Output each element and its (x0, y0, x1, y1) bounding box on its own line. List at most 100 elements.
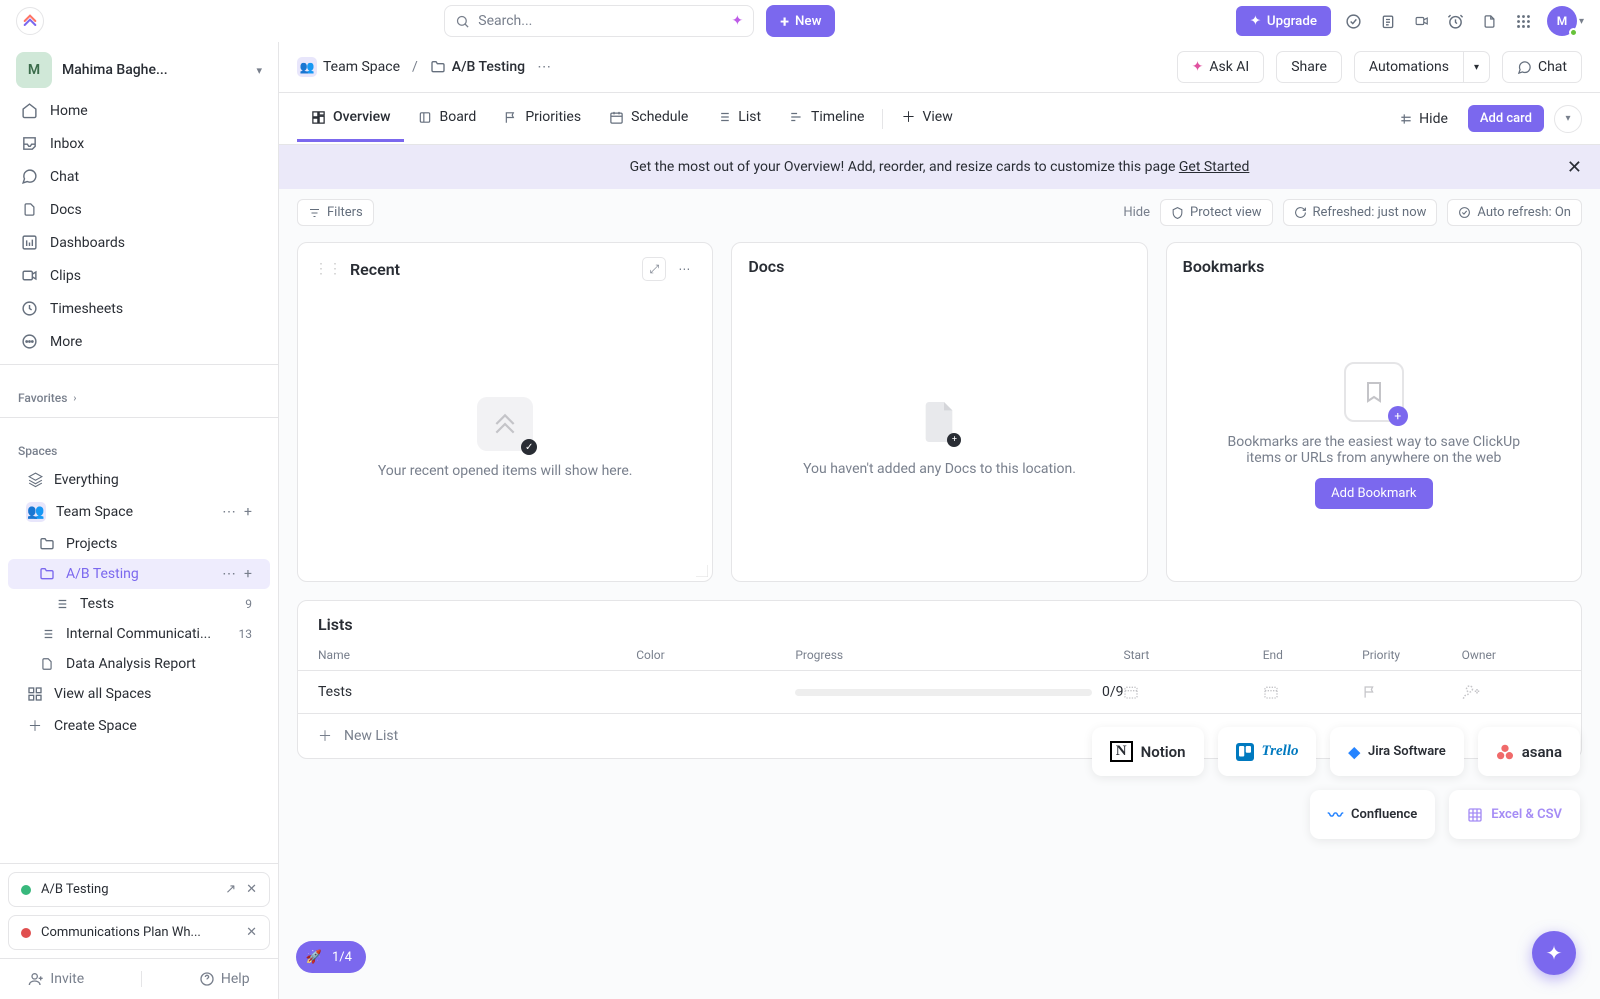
tree-team-space[interactable]: 👥Team Space⋯+ (8, 495, 270, 529)
open-icon[interactable]: ↗ (225, 882, 236, 897)
integration-trello[interactable]: Trello (1218, 727, 1317, 776)
auto-refresh-toggle[interactable]: Auto refresh: On (1447, 199, 1582, 226)
tree-projects[interactable]: Projects (8, 529, 270, 559)
automations-dropdown[interactable]: ▾ (1464, 51, 1490, 83)
avatar[interactable]: M (1547, 6, 1577, 36)
tab-list[interactable]: List (702, 95, 775, 142)
invite-button[interactable]: Invite (28, 971, 84, 987)
nav-clips[interactable]: Clips (0, 259, 278, 292)
alarm-icon[interactable] (1445, 10, 1467, 32)
video-icon[interactable] (1411, 10, 1433, 32)
tree-internal-comm[interactable]: Internal Communicati...13 (8, 619, 270, 649)
app-logo[interactable] (16, 7, 44, 35)
share-button[interactable]: Share (1276, 51, 1342, 83)
search-input[interactable]: Search... ✦ (444, 5, 754, 37)
add-card-dropdown[interactable]: ▾ (1554, 105, 1582, 133)
list-row[interactable]: Tests 0/9 (298, 671, 1581, 714)
tree-everything[interactable]: Everything (8, 464, 270, 495)
get-started-link[interactable]: Get Started (1179, 159, 1250, 175)
view-all-spaces[interactable]: View all Spaces (8, 679, 270, 709)
crumb-ab-testing[interactable]: A/B Testing (430, 59, 525, 75)
ai-fab[interactable]: ✦ (1532, 931, 1576, 975)
hide-link[interactable]: Hide (1123, 205, 1150, 220)
doc-icon[interactable] (1479, 10, 1501, 32)
close-icon[interactable]: ✕ (1567, 157, 1582, 178)
filters-button[interactable]: Filters (297, 199, 374, 226)
tab-overview[interactable]: Overview (297, 95, 404, 142)
workspace-switcher[interactable]: M Mahima Baghe... ▾ (0, 42, 278, 94)
sparkle-icon: ✦ (732, 13, 744, 29)
protect-view-button[interactable]: Protect view (1160, 199, 1272, 226)
more-icon[interactable]: ⋯ (222, 504, 236, 520)
nav-more[interactable]: More (0, 325, 278, 358)
tab-board[interactable]: Board (404, 95, 490, 142)
tree-ab-testing[interactable]: A/B Testing⋯+ (8, 559, 270, 589)
plus-icon[interactable]: + (244, 566, 252, 582)
trello-icon (1236, 743, 1254, 761)
card-title: Bookmarks (1183, 257, 1265, 276)
clock-icon (20, 300, 38, 317)
new-button[interactable]: + New (766, 5, 835, 37)
tab-timeline[interactable]: Timeline (775, 95, 878, 142)
ask-ai-button[interactable]: ✦Ask AI (1177, 51, 1265, 83)
bottom-card-ab-testing[interactable]: A/B Testing ↗ ✕ (8, 872, 270, 907)
close-icon[interactable]: ✕ (246, 925, 257, 940)
nav-timesheets[interactable]: Timesheets (0, 292, 278, 325)
bottom-card-comm-plan[interactable]: Communications Plan Wh... ✕ (8, 915, 270, 950)
chat-icon (20, 168, 38, 185)
docs-empty-icon: + (911, 395, 967, 449)
chevron-down-icon[interactable]: ▾ (1579, 16, 1584, 27)
flag-icon[interactable] (1362, 684, 1377, 700)
empty-text: Bookmarks are the easiest way to save Cl… (1224, 434, 1524, 466)
integration-confluence[interactable]: 〰Confluence (1310, 790, 1435, 839)
overview-banner: Get the most out of your Overview! Add, … (279, 145, 1600, 189)
integration-asana[interactable]: asana (1478, 727, 1580, 776)
integration-jira[interactable]: ◆Jira Software (1330, 727, 1463, 776)
more-icon[interactable]: ⋯ (672, 257, 696, 281)
status-todo-icon (21, 928, 31, 938)
tab-add-view[interactable]: ＋View (887, 93, 966, 144)
create-space[interactable]: ＋Create Space (8, 709, 270, 743)
calendar-icon[interactable] (1263, 684, 1279, 700)
more-icon[interactable]: ⋯ (537, 59, 551, 75)
add-card-button[interactable]: Add card (1468, 105, 1544, 132)
nav-docs[interactable]: Docs (0, 193, 278, 226)
onboarding-progress[interactable]: 🚀 1/4 (296, 941, 366, 973)
nav-chat[interactable]: Chat (0, 160, 278, 193)
nav-home[interactable]: Home (0, 94, 278, 127)
card-title: Recent (350, 260, 400, 279)
tab-schedule[interactable]: Schedule (595, 95, 702, 142)
nav-inbox[interactable]: Inbox (0, 127, 278, 160)
nav-dashboards[interactable]: Dashboards (0, 226, 278, 259)
chevron-down-icon: ▾ (256, 64, 262, 77)
hide-toggle[interactable]: Hide (1389, 105, 1458, 133)
plus-icon: ＋ (318, 726, 332, 746)
drag-handle-icon[interactable]: ⋮⋮ (314, 261, 342, 277)
integration-excel[interactable]: Excel & CSV (1449, 790, 1580, 839)
upgrade-button[interactable]: ✦ Upgrade (1236, 6, 1331, 36)
integration-notion[interactable]: NNotion (1092, 727, 1204, 776)
apps-icon[interactable] (1513, 10, 1535, 32)
more-icon (20, 333, 38, 350)
check-circle-icon[interactable] (1343, 10, 1365, 32)
close-icon[interactable]: ✕ (246, 882, 257, 897)
notepad-icon[interactable] (1377, 10, 1399, 32)
assign-icon[interactable] (1462, 683, 1480, 701)
automations-button[interactable]: Automations (1354, 51, 1464, 83)
refreshed-label[interactable]: Refreshed: just now (1283, 199, 1438, 226)
tab-priorities[interactable]: Priorities (490, 95, 595, 142)
plus-icon[interactable]: + (244, 504, 252, 520)
add-bookmark-button[interactable]: Add Bookmark (1315, 478, 1432, 509)
favorites-section[interactable]: Favorites› (0, 371, 278, 411)
calendar-icon[interactable] (1123, 684, 1139, 700)
resize-handle-icon[interactable] (696, 565, 708, 577)
crumb-team-space[interactable]: 👥Team Space (297, 57, 400, 77)
chevron-right-icon: › (73, 393, 76, 404)
expand-icon[interactable]: ⤢ (642, 257, 666, 281)
tree-tests[interactable]: Tests9 (8, 589, 270, 619)
card-bookmarks: Bookmarks + Bookmarks are the easiest wa… (1166, 242, 1582, 582)
tree-data-analysis[interactable]: Data Analysis Report (8, 649, 270, 679)
help-button[interactable]: Help (199, 971, 250, 987)
more-icon[interactable]: ⋯ (222, 566, 236, 582)
chat-button[interactable]: Chat (1502, 51, 1582, 83)
